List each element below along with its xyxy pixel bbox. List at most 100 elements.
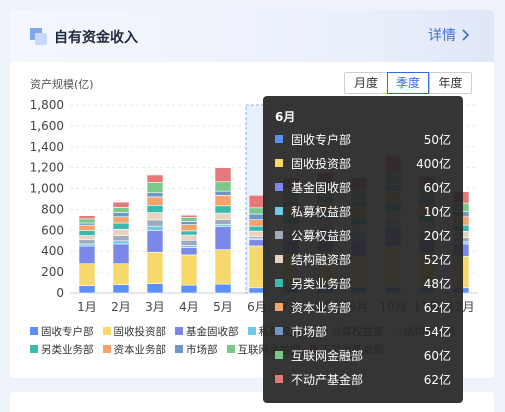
bar-segment: [112, 243, 130, 265]
tooltip-series-name: 基金固收部: [291, 180, 352, 195]
bar-segment: [180, 245, 198, 248]
tooltip-series-name: 不动产基金部: [291, 372, 364, 387]
bar-segment: [180, 216, 198, 222]
legend-item[interactable]: 资本业务部: [102, 342, 167, 357]
tooltip-series-name: 另类业务部: [291, 276, 352, 291]
y-tick-label: 1,600: [30, 119, 64, 133]
bar-segment: [78, 235, 96, 241]
bar-segment: [180, 234, 198, 241]
y-tick-label: 1,000: [30, 182, 64, 196]
tooltip-value: 62亿: [423, 300, 451, 315]
legend-swatch: [102, 345, 111, 353]
legend-label: 固收专户部: [41, 325, 94, 338]
bar-segment: [214, 219, 232, 225]
legend-swatch: [247, 327, 256, 335]
bar-segment: [180, 230, 198, 236]
legend-item[interactable]: 市场部: [175, 342, 218, 357]
tooltip-value: 60亿: [423, 348, 451, 363]
x-tick-label: 4月: [179, 300, 199, 314]
y-tick-label: 800: [41, 202, 64, 216]
y-tick-label: 1,200: [30, 161, 64, 175]
bar-segment: [146, 219, 164, 227]
tooltip-swatch: [275, 351, 283, 359]
tooltip-value: 54亿: [423, 324, 451, 339]
bar-segment: [78, 263, 96, 286]
bar-segment: [214, 167, 232, 183]
tooltip-row: 固收投资部 400亿: [275, 153, 451, 173]
x-tick-label: 2月: [111, 300, 131, 314]
bar-segment: [146, 283, 164, 294]
bar-segment: [146, 174, 164, 183]
bar-segment: [112, 235, 130, 242]
legend-label: 市场部: [186, 343, 218, 356]
tooltip-swatch: [275, 207, 283, 215]
tooltip-series-name: 结构融资部: [291, 252, 352, 267]
bar-segment: [214, 205, 232, 214]
bar-segment: [78, 245, 96, 265]
bar-segment: [214, 249, 232, 285]
tooltip-series-name: 私募权益部: [291, 204, 352, 219]
bar-segment: [180, 239, 198, 246]
legend-label: 基金固收部: [186, 325, 239, 338]
legend-swatch: [226, 345, 235, 353]
legend-item[interactable]: 基金固收部: [175, 324, 239, 339]
bar-segment: [146, 196, 164, 206]
bar-segment: [180, 224, 198, 232]
tooltip-swatch: [275, 231, 283, 239]
tooltip-value: 10亿: [423, 204, 451, 219]
tooltip-swatch: [275, 375, 283, 383]
bar-segment: [112, 207, 130, 213]
bar-segment: [146, 181, 164, 194]
x-tick-label: 3月: [145, 300, 165, 314]
bar-segment: [146, 225, 164, 231]
tooltip-row: 私募权益部 10亿: [275, 201, 451, 221]
legend-swatch: [30, 327, 38, 335]
tooltip-value: 400亿: [416, 156, 451, 171]
tooltip-row: 不动产基金部 62亿: [275, 369, 451, 389]
bar-segment: [146, 192, 164, 198]
bar-segment: [78, 230, 96, 236]
bar-segment: [78, 222, 96, 226]
legend-label: 固收投资部: [113, 325, 167, 338]
bar-segment: [214, 226, 232, 250]
bar-segment: [112, 216, 130, 224]
chart-tooltip: 6月 固收专户部 50亿 固收投资部 400亿 基金固收部 60亿 私募权益部 10亿 公募权益…: [263, 96, 463, 403]
x-tick-label: 1月: [77, 300, 97, 314]
bar-segment: [78, 243, 96, 247]
bar-segment: [214, 224, 232, 227]
bar-segment: [180, 247, 198, 256]
legend-label: 资本业务部: [113, 343, 167, 356]
tooltip-row: 结构融资部 52亿: [275, 249, 451, 269]
bar-segment: [146, 204, 164, 213]
bar-segment: [146, 251, 164, 284]
tooltip-swatch: [275, 183, 283, 191]
legend-swatch: [175, 345, 183, 353]
bar-segment: [112, 201, 130, 208]
y-tick-label: 1,800: [30, 98, 64, 112]
tooltip-swatch: [275, 327, 283, 335]
y-tick-label: 1,400: [30, 140, 64, 154]
legend-swatch: [102, 327, 111, 335]
legend-item[interactable]: 另类业务部: [30, 342, 94, 357]
bar-segment: [78, 218, 96, 224]
y-tick-label: 400: [41, 244, 64, 258]
legend-item[interactable]: 固收投资部: [102, 324, 167, 339]
tooltip-row: 资本业务部 62亿: [275, 297, 451, 317]
tooltip-row: 固收专户部 50亿: [275, 129, 451, 149]
tooltip-value: 50亿: [423, 132, 451, 147]
tooltip-value: 48亿: [423, 276, 451, 291]
bar-segment: [180, 284, 198, 294]
bar-segment: [112, 263, 130, 285]
bar-segment: [112, 222, 130, 230]
legend-item[interactable]: 固收专户部: [30, 324, 94, 339]
bar-segment: [78, 224, 96, 231]
y-tick-label: 600: [41, 223, 64, 237]
bar-segment: [146, 212, 164, 221]
bar-segment: [78, 215, 96, 220]
bar-segment: [78, 239, 96, 245]
bar-segment: [214, 190, 232, 196]
bar-segment: [180, 254, 198, 286]
tooltip-row: 市场部 54亿: [275, 321, 451, 341]
tooltip-row: 基金固收部 60亿: [275, 177, 451, 197]
tooltip-row: 公募权益部 20亿: [275, 225, 451, 245]
